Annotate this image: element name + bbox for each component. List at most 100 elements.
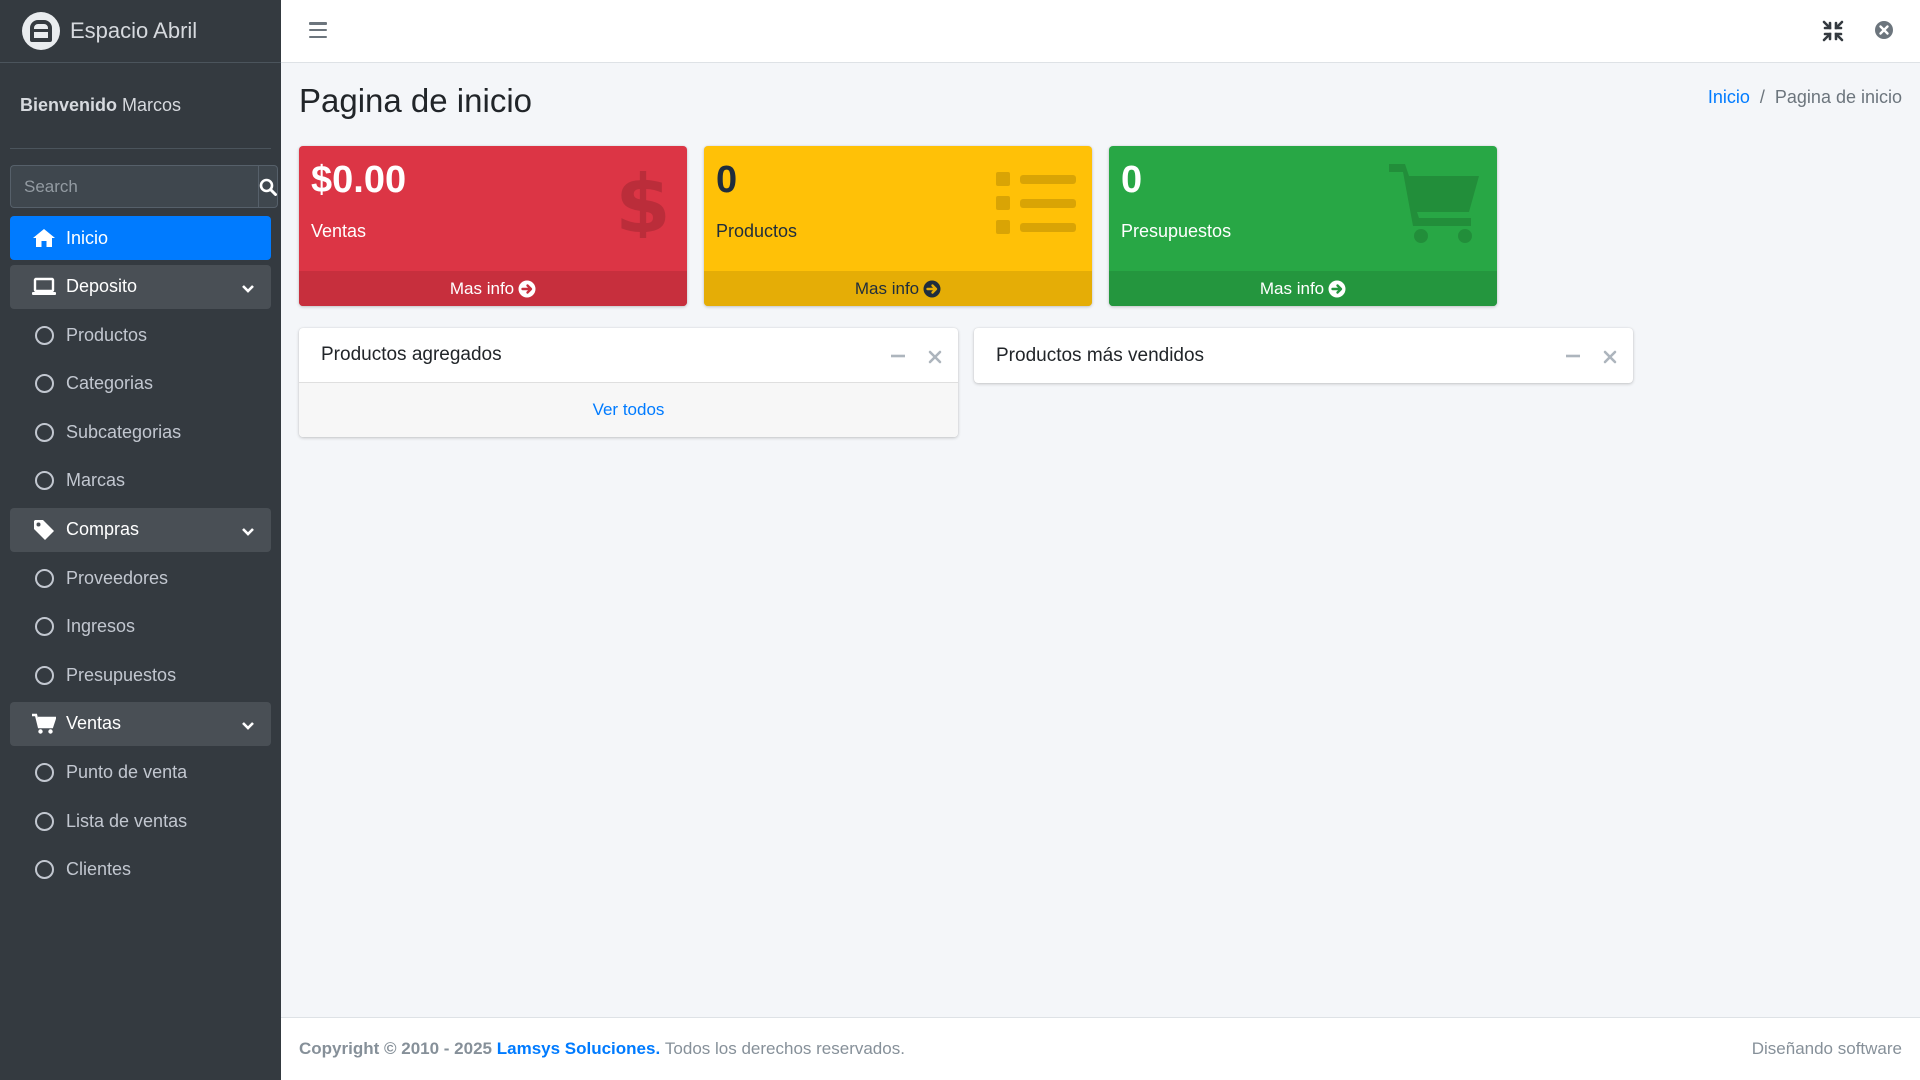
sidebar-item-productos[interactable]: Productos — [10, 313, 271, 357]
stat-box-presupuestos: 0 Presupuestos Mas info — [1109, 146, 1497, 306]
circle-icon — [32, 761, 56, 785]
sidebar-item-categorias[interactable]: Categorias — [10, 362, 271, 406]
more-info-label: Mas info — [1259, 278, 1325, 298]
user-name[interactable]: Marcos — [122, 95, 181, 116]
circle-icon — [32, 372, 56, 396]
close-circle-icon[interactable] — [1874, 20, 1894, 45]
circle-icon — [32, 323, 56, 347]
circle-icon — [32, 566, 56, 590]
circle-icon — [32, 858, 56, 882]
sidebar-item-label: Productos — [66, 324, 148, 345]
sidebar-item-label: Inicio — [66, 227, 109, 248]
sidebar-item-ventas[interactable]: Ventas — [10, 701, 271, 746]
rights-text: Todos los derechos reservados. — [664, 1039, 905, 1058]
footer-right-text: Diseñando software — [1751, 1039, 1902, 1058]
page-title: Pagina de inicio — [299, 82, 532, 119]
search-button[interactable] — [258, 165, 278, 208]
sidebar-item-clientes[interactable]: Clientes — [10, 848, 271, 892]
sidebar-item-presupuestos[interactable]: Presupuestos — [10, 653, 271, 697]
sidebar-item-proveedores[interactable]: Proveedores — [10, 556, 271, 600]
circle-icon — [32, 809, 56, 833]
more-info-link[interactable]: Mas info — [704, 271, 1092, 306]
sidebar-item-label: Subcategorias — [66, 421, 182, 442]
sidebar-item-punto-de-venta[interactable]: Punto de venta — [10, 751, 271, 795]
chevron-down-icon — [241, 278, 255, 299]
breadcrumb-separator: / — [1759, 87, 1765, 107]
sidebar-item-label: Punto de venta — [66, 762, 188, 783]
card-productos-mas-vendidos: Productos más vendidos — [974, 328, 1633, 383]
laptop-icon — [32, 275, 56, 299]
close-icon[interactable] — [1603, 348, 1617, 370]
sidebar-item-label: Deposito — [66, 276, 138, 297]
arrow-circle-right-icon — [923, 280, 941, 298]
list-icon — [996, 164, 1078, 241]
sidebar-item-label: Ventas — [66, 713, 122, 734]
sidebar-item-label: Clientes — [66, 859, 132, 880]
card-tools — [890, 348, 942, 370]
arrow-circle-right-icon — [1328, 280, 1346, 298]
sidebar-item-label: Presupuestos — [66, 664, 177, 685]
stat-box-productos: 0 Productos Mas info — [704, 146, 1092, 306]
sidebar-item-lista-de-ventas[interactable]: Lista de ventas — [10, 799, 271, 843]
circle-icon — [32, 663, 56, 687]
minimize-icon[interactable] — [1565, 348, 1581, 370]
cart-icon — [32, 712, 56, 736]
user-panel: Bienvenido Marcos — [10, 63, 271, 149]
minimize-icon[interactable] — [890, 348, 906, 370]
brand-link[interactable]: Espacio Abril — [0, 0, 281, 63]
brand-logo — [22, 12, 60, 50]
sidebar-item-compras[interactable]: Compras — [10, 507, 271, 552]
more-info-label: Mas info — [854, 278, 920, 298]
fullscreen-icon[interactable] — [1822, 20, 1844, 47]
sidebar-item-deposito[interactable]: Deposito — [10, 264, 271, 309]
search-input[interactable] — [10, 165, 258, 208]
close-icon[interactable] — [928, 348, 942, 370]
cart-icon — [1389, 162, 1481, 249]
tag-icon — [32, 518, 56, 542]
sidebar-item-marcas[interactable]: Marcas — [10, 459, 271, 503]
sidebar-item-label: Categorias — [66, 373, 154, 394]
copyright-text: Copyright © 2010 - 2025 — [299, 1039, 492, 1058]
circle-icon — [32, 615, 56, 639]
arrow-circle-right-icon — [518, 280, 536, 298]
circle-icon — [32, 469, 56, 493]
sidebar-item-ingresos[interactable]: Ingresos — [10, 605, 271, 649]
search-icon — [259, 178, 277, 196]
card-productos-agregados: Productos agregados Ver todos — [299, 328, 958, 437]
more-info-label: Mas info — [449, 278, 515, 298]
main-footer: Copyright © 2010 - 2025 Lamsys Solucione… — [281, 1017, 1920, 1080]
home-icon — [32, 226, 56, 250]
sidebar-item-inicio[interactable]: Inicio — [10, 216, 271, 260]
svg-text:$: $ — [615, 164, 671, 238]
brand-name: Espacio Abril — [70, 18, 198, 43]
sidebar-item-label: Compras — [66, 519, 140, 540]
more-info-link[interactable]: Mas info — [299, 271, 687, 306]
card-header: Productos más vendidos — [974, 328, 1633, 383]
breadcrumb-current: Pagina de inicio — [1774, 87, 1902, 107]
card-header: Productos agregados — [299, 328, 958, 383]
chevron-down-icon — [241, 715, 255, 736]
sidebar-item-label: Marcas — [66, 470, 126, 491]
card-title: Productos más vendidos — [996, 344, 1205, 366]
breadcrumb-home-link[interactable]: Inicio — [1708, 87, 1750, 107]
stat-box-ventas: $0.00 Ventas $ Mas info — [299, 146, 687, 306]
sidebar-item-subcategorias[interactable]: Subcategorias — [10, 410, 271, 454]
more-info-link[interactable]: Mas info — [1109, 271, 1497, 306]
content-wrapper: Pagina de inicio Inicio / Pagina de inicio… — [281, 63, 1920, 1017]
circle-icon — [32, 420, 56, 444]
sidebar-nav: Inicio Deposito Productos Categorias Sub… — [0, 216, 281, 892]
breadcrumb: Inicio / Pagina de inicio — [1708, 87, 1902, 108]
menu-toggle-icon[interactable] — [309, 22, 327, 38]
sidebar-item-label: Ingresos — [66, 616, 136, 637]
company-link[interactable]: Lamsys Soluciones. — [497, 1039, 660, 1059]
sidebar: Espacio Abril Bienvenido Marcos Inicio D… — [0, 0, 281, 1080]
sidebar-search — [10, 165, 278, 208]
dollar-icon: $ — [613, 158, 673, 251]
greeting-text: Bienvenido — [20, 95, 118, 115]
card-title: Productos agregados — [321, 344, 502, 365]
chevron-down-icon — [241, 521, 255, 542]
sidebar-item-label: Proveedores — [66, 567, 169, 588]
sidebar-item-label: Lista de ventas — [66, 810, 188, 831]
top-navbar — [281, 0, 1920, 63]
view-all-link[interactable]: Ver todos — [299, 383, 958, 437]
